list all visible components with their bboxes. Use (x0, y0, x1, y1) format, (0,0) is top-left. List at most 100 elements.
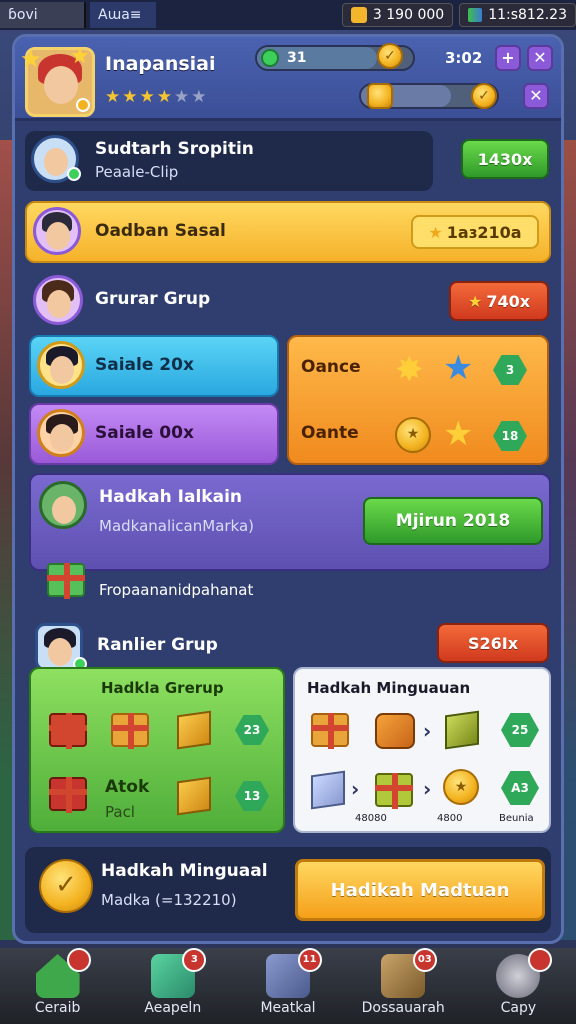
pack-title: Hadkla Grerup (101, 679, 224, 697)
section-label: Fropaananidpahanat (99, 581, 254, 599)
rating-stars: ★★★★★★ (105, 87, 209, 107)
gem-icon (261, 49, 279, 67)
pack-card-1[interactable]: Hadkla Grerup 23 Atok Pacl 13 (29, 667, 285, 833)
coin-icon: ✓ (39, 859, 93, 913)
row-title: Saiale 20x (95, 355, 194, 375)
currency-counter-2[interactable]: 11:s812.23 (459, 3, 576, 27)
nav-item-3[interactable]: 11 Meatkal (230, 948, 345, 1024)
row-title: Saiale 00x (95, 423, 194, 443)
arrow-icon: › (351, 777, 360, 801)
cash-icon (47, 563, 85, 599)
row-title: Oadban Sasal (95, 221, 226, 241)
nav-label: Aeapeln (144, 1000, 202, 1016)
close-button-2[interactable]: ✕ (523, 83, 549, 109)
avatar (37, 409, 85, 457)
pack-hex: 25 (501, 713, 539, 747)
pack-sub: Pacl (105, 803, 135, 821)
gift-icon (311, 713, 349, 749)
gift-icon (49, 777, 87, 813)
group-row-3[interactable]: Grurar Grup ★ 740x (25, 269, 551, 331)
gift-icon (375, 773, 413, 809)
row-subtitle: MadkanalicanMarka) (99, 517, 255, 535)
nav-item-4[interactable]: 03 Dossauarah (346, 948, 461, 1024)
coin-icon[interactable]: ✓ (471, 83, 497, 109)
panel-header: ★ ★ Inapansiai ★★★★★★ 31 ✓ 3:02 + ✕ ✓ ✕ (15, 37, 561, 121)
pack-hex: 23 (235, 715, 269, 745)
price-label: 740x (486, 291, 531, 311)
row-title: Grurar Grup (95, 289, 211, 309)
star-icon: ★ (191, 87, 209, 107)
nav-label: Dossauarah (361, 1000, 445, 1016)
star-icon: ★ (428, 222, 443, 242)
avatar (39, 481, 87, 529)
row-title: Sudtarh Sropitin (95, 139, 254, 159)
coin-icon: ★ (395, 417, 431, 453)
star-icon: ★ (20, 45, 42, 73)
pack-caption: 4800 (437, 813, 463, 824)
player-avatar[interactable]: ★ ★ (20, 44, 95, 117)
face-shape (44, 148, 68, 176)
plus-button[interactable]: + (495, 45, 521, 71)
join-button[interactable]: Mjirun 2018 (363, 497, 543, 545)
row-title: Ranlier Grup (97, 635, 218, 655)
currency-value: 3 190 000 (372, 7, 445, 23)
face-shape (52, 496, 76, 524)
topbar-left-label[interactable]: ɓovi (0, 2, 86, 28)
flag-icon (468, 8, 483, 22)
pack-name: Atok (105, 777, 150, 797)
chest-icon (367, 83, 393, 109)
row-subtitle: Madka (=132210) (101, 891, 237, 909)
nav-item-5[interactable]: Capy (461, 948, 576, 1024)
nav-badge (528, 948, 553, 972)
main-panel: ★ ★ Inapansiai ★★★★★★ 31 ✓ 3:02 + ✕ ✓ ✕ … (12, 34, 564, 944)
topbar-left2-label[interactable]: Aɯa≡ (90, 2, 156, 28)
nav-label: Meatkal (260, 1000, 316, 1016)
star-icon: ★ (174, 87, 192, 107)
pack-title: Hadkah Minguauan (307, 679, 471, 697)
reward-hex: 3 (493, 355, 527, 385)
star-icon: ★ (443, 414, 474, 454)
price-label: 1aɜ210a (446, 222, 522, 242)
gift-icon (111, 713, 149, 749)
pack-hex: 13 (235, 781, 269, 811)
reward-card[interactable]: Oance ✸ ★ 3 Oante ★ ★ 18 (287, 335, 549, 465)
coin-icon: ★ (443, 769, 479, 805)
star-icon: ★ (122, 87, 140, 107)
timer: 3:02 (445, 49, 483, 67)
nav-label: Ceraib (34, 1000, 81, 1016)
row-title: Hadkah Ialkain (99, 487, 242, 507)
star-icon: ✸ (395, 350, 424, 390)
event-card[interactable]: Hadkah Ialkain MadkanalicanMarka) Mjirun… (29, 473, 551, 571)
quest-card-2[interactable]: Saiale 00x (29, 403, 279, 465)
claim-button[interactable]: Hadikah Madtuan (295, 859, 545, 921)
currency-value-2: 11:s812.23 (488, 7, 567, 23)
avatar (37, 341, 85, 389)
arrow-icon: › (423, 777, 432, 801)
pack-card-2[interactable]: Hadkah Minguauan › 25 › › ★ A3 48080 480… (293, 667, 551, 833)
pack-caption: Beunia (499, 813, 534, 824)
face-shape (48, 638, 72, 666)
nav-item-home[interactable]: Ceraib (0, 948, 115, 1024)
group-row-2[interactable]: Oadban Sasal ★ 1aɜ210a (25, 201, 551, 263)
group-row-1[interactable]: Sudtarh Sropitin Peaale-Clip (25, 131, 433, 191)
price-button-7[interactable]: S26Ix (437, 623, 549, 663)
price-button-1[interactable]: 1430x (461, 139, 549, 179)
face-shape (50, 356, 74, 384)
star-icon: ★ (70, 44, 90, 69)
price-button-2[interactable]: ★ 1aɜ210a (411, 215, 539, 249)
coin-icon[interactable]: ✓ (377, 43, 403, 69)
cube-icon (177, 776, 211, 816)
quest-card-1[interactable]: Saiale 20x (29, 335, 279, 397)
cube-icon (177, 710, 211, 750)
currency-counter[interactable]: 3 190 000 (341, 3, 454, 27)
close-button[interactable]: ✕ (527, 45, 553, 71)
bottom-nav: Ceraib 3 Aeapeln 11 Meatkal 03 Dossauara… (0, 948, 576, 1024)
price-button-3[interactable]: ★ 740x (449, 281, 549, 321)
star-icon: ★ (443, 348, 474, 388)
cube-icon (311, 770, 345, 810)
nav-item-2[interactable]: 3 Aeapeln (115, 948, 230, 1024)
arrow-icon: › (423, 719, 432, 743)
bottom-card[interactable]: ✓ Hadkah Minguaal Madka (=132210) Hadika… (25, 847, 551, 933)
nav-badge: 03 (412, 948, 437, 972)
page-title: Inapansiai (105, 53, 216, 75)
